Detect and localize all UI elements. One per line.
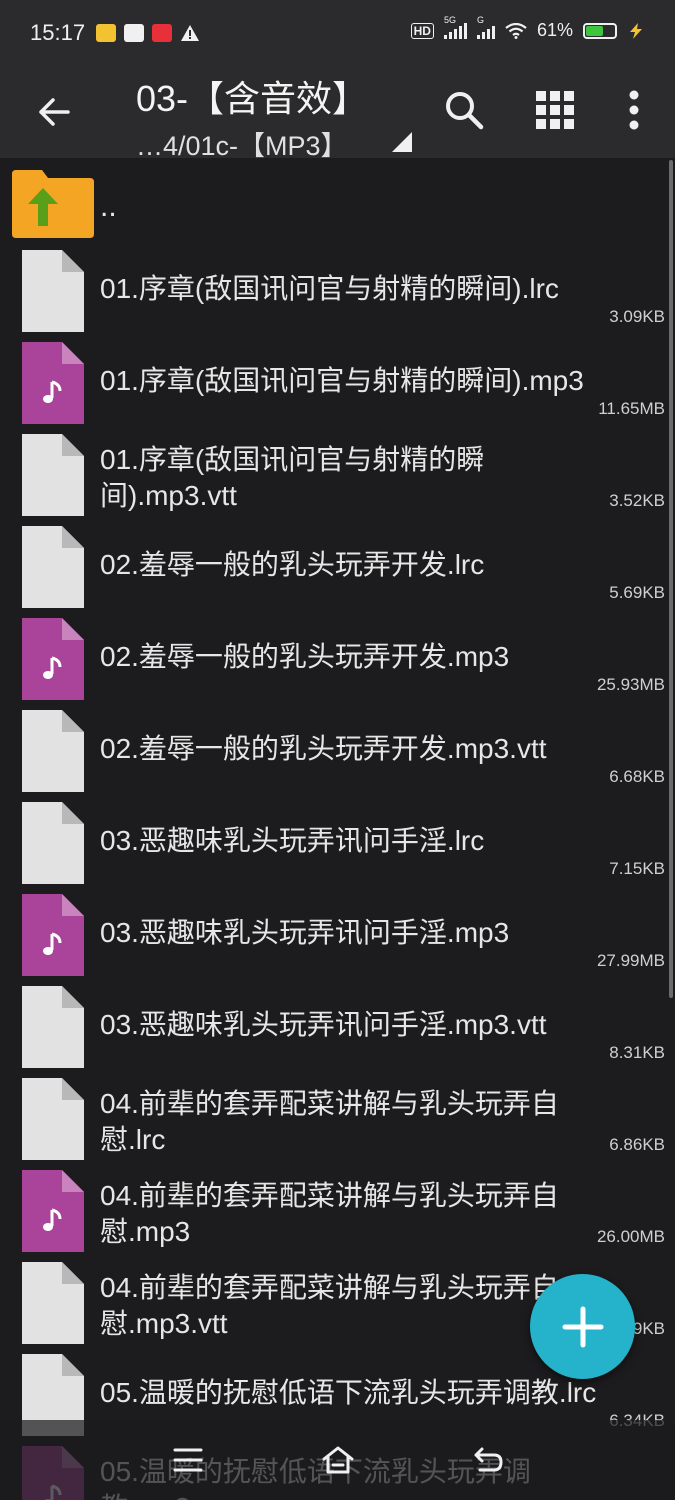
file-size: 3.52KB <box>609 491 665 510</box>
add-button[interactable] <box>530 1274 635 1379</box>
file-name: 01.序章(敌国讯问官与射精的瞬间).mp3 <box>100 365 584 396</box>
status-time: 15:17 <box>30 20 86 45</box>
app-notification-icon <box>96 24 116 42</box>
file-row[interactable]: 02.羞辱一般的乳头玩弄开发.mp3 25.93MB <box>0 614 675 706</box>
app-notification-icon <box>152 24 172 42</box>
file-name: 02.羞辱一般的乳头玩弄开发.mp3.vtt <box>100 733 547 764</box>
parent-folder-label: .. <box>100 190 117 223</box>
file-size: 11.65MB <box>598 399 665 418</box>
document-file-icon <box>22 434 84 516</box>
recent-apps-button[interactable] <box>160 1432 216 1488</box>
file-row[interactable]: 03.恶趣味乳头玩弄讯问手淫.mp3 27.99MB <box>0 890 675 982</box>
signal-label-g: G <box>476 14 484 25</box>
file-row[interactable]: 02.羞辱一般的乳头玩弄开发.mp3.vtt 6.68KB <box>0 706 675 798</box>
document-file-icon <box>22 1078 84 1160</box>
file-row[interactable]: 02.羞辱一般的乳头玩弄开发.lrc 5.69KB <box>0 522 675 614</box>
home-icon <box>322 1446 354 1474</box>
file-name: 01.序章(敌国讯问官与射精的瞬间).mp3.vtt <box>100 444 485 511</box>
audio-file-icon <box>22 1170 84 1252</box>
audio-file-icon <box>22 342 84 424</box>
file-name: 05.温暖的抚慰低语下流乳头玩弄调教.lrc <box>100 1377 597 1408</box>
grid-view-icon <box>536 91 574 129</box>
file-size: 8.31KB <box>609 1043 665 1062</box>
warning-icon <box>181 25 199 41</box>
wifi-icon <box>505 22 527 39</box>
more-vert-icon <box>629 90 639 130</box>
file-name: 04.前辈的套弄配菜讲解与乳头玩弄自慰.lrc <box>100 1088 559 1155</box>
file-row[interactable]: 01.序章(敌国讯问官与射精的瞬间).mp3 11.65MB <box>0 338 675 430</box>
file-name: 02.羞辱一般的乳头玩弄开发.lrc <box>100 549 485 580</box>
file-row[interactable]: 03.恶趣味乳头玩弄讯问手淫.lrc 7.15KB <box>0 798 675 890</box>
file-name: 03.恶趣味乳头玩弄讯问手淫.mp3 <box>100 917 510 948</box>
file-row[interactable]: 04.前辈的套弄配菜讲解与乳头玩弄自慰.lrc 6.86KB <box>0 1074 675 1166</box>
file-row[interactable]: 03.恶趣味乳头玩弄讯问手淫.mp3.vtt 8.31KB <box>0 982 675 1074</box>
menu-icon <box>173 1448 203 1472</box>
hd-badge: HD <box>410 22 434 39</box>
file-row[interactable]: 04.前辈的套弄配菜讲解与乳头玩弄自慰.mp3 26.00MB <box>0 1166 675 1258</box>
grid-view-button[interactable] <box>525 80 585 140</box>
file-size: 6.68KB <box>609 767 665 786</box>
arrow-back-icon <box>39 98 70 126</box>
app-notification-icon <box>124 24 144 42</box>
file-size: 7.15KB <box>609 859 665 878</box>
file-size: 27.99MB <box>596 951 665 970</box>
search-icon <box>446 92 484 130</box>
document-file-icon <box>22 802 84 884</box>
signal-label-5g: 5G <box>443 14 456 25</box>
system-nav-bar <box>0 1420 675 1500</box>
file-name: 03.恶趣味乳头玩弄讯问手淫.mp3.vtt <box>100 1009 547 1040</box>
more-options-button[interactable] <box>604 80 664 140</box>
file-size: 5.69KB <box>609 583 665 602</box>
plus-icon <box>562 1306 603 1347</box>
file-row[interactable]: 01.序章(敌国讯问官与射精的瞬间).mp3.vtt 3.52KB <box>0 430 675 522</box>
parent-folder-row[interactable]: .. <box>0 158 675 246</box>
file-name: 03.恶趣味乳头玩弄讯问手淫.lrc <box>100 825 485 856</box>
folder-title: 03-【含音效】 <box>136 78 369 119</box>
home-button[interactable] <box>310 1432 366 1488</box>
audio-file-icon <box>22 618 84 700</box>
cellular-signal-icon: 5G <box>443 15 467 39</box>
file-name: 04.前辈的套弄配菜讲解与乳头玩弄自慰.mp3 <box>100 1180 559 1247</box>
file-size: 3.09KB <box>609 307 665 326</box>
document-file-icon <box>22 526 84 608</box>
file-size: 25.93MB <box>596 675 665 694</box>
app-bar: 03-【含音效】 …4/01c-【MP3】 <box>0 68 675 161</box>
path-selector[interactable]: 03-【含音效】 …4/01c-【MP3】 <box>136 70 426 163</box>
search-button[interactable] <box>434 80 494 140</box>
file-name: 01.序章(敌国讯问官与射精的瞬间).lrc <box>100 273 559 304</box>
file-size: 26.00MB <box>596 1227 665 1246</box>
document-file-icon <box>22 986 84 1068</box>
file-row[interactable]: 01.序章(敌国讯问官与射精的瞬间).lrc 3.09KB <box>0 246 675 338</box>
parent-folder-icon <box>12 170 94 238</box>
back-nav-icon <box>474 1447 503 1472</box>
status-bar: 15:17 HD 5G G 61% <box>0 0 675 68</box>
status-right: HD 5G G 61% <box>410 15 645 41</box>
charging-icon <box>630 22 642 39</box>
back-button[interactable] <box>22 80 86 144</box>
audio-file-icon <box>22 894 84 976</box>
back-nav-button[interactable] <box>460 1432 516 1488</box>
file-name: 04.前辈的套弄配菜讲解与乳头玩弄自慰.mp3.vtt <box>100 1272 559 1339</box>
dropdown-indicator-icon[interactable] <box>392 132 412 152</box>
document-file-icon <box>22 250 84 332</box>
file-name: 02.羞辱一般的乳头玩弄开发.mp3 <box>100 641 510 672</box>
battery-icon <box>583 22 617 39</box>
cellular-signal-icon: G <box>476 15 495 39</box>
file-size: 6.86KB <box>609 1135 665 1154</box>
notification-icons <box>96 24 200 42</box>
document-file-icon <box>22 710 84 792</box>
battery-percent: 61% <box>536 20 573 40</box>
document-file-icon <box>22 1262 84 1344</box>
